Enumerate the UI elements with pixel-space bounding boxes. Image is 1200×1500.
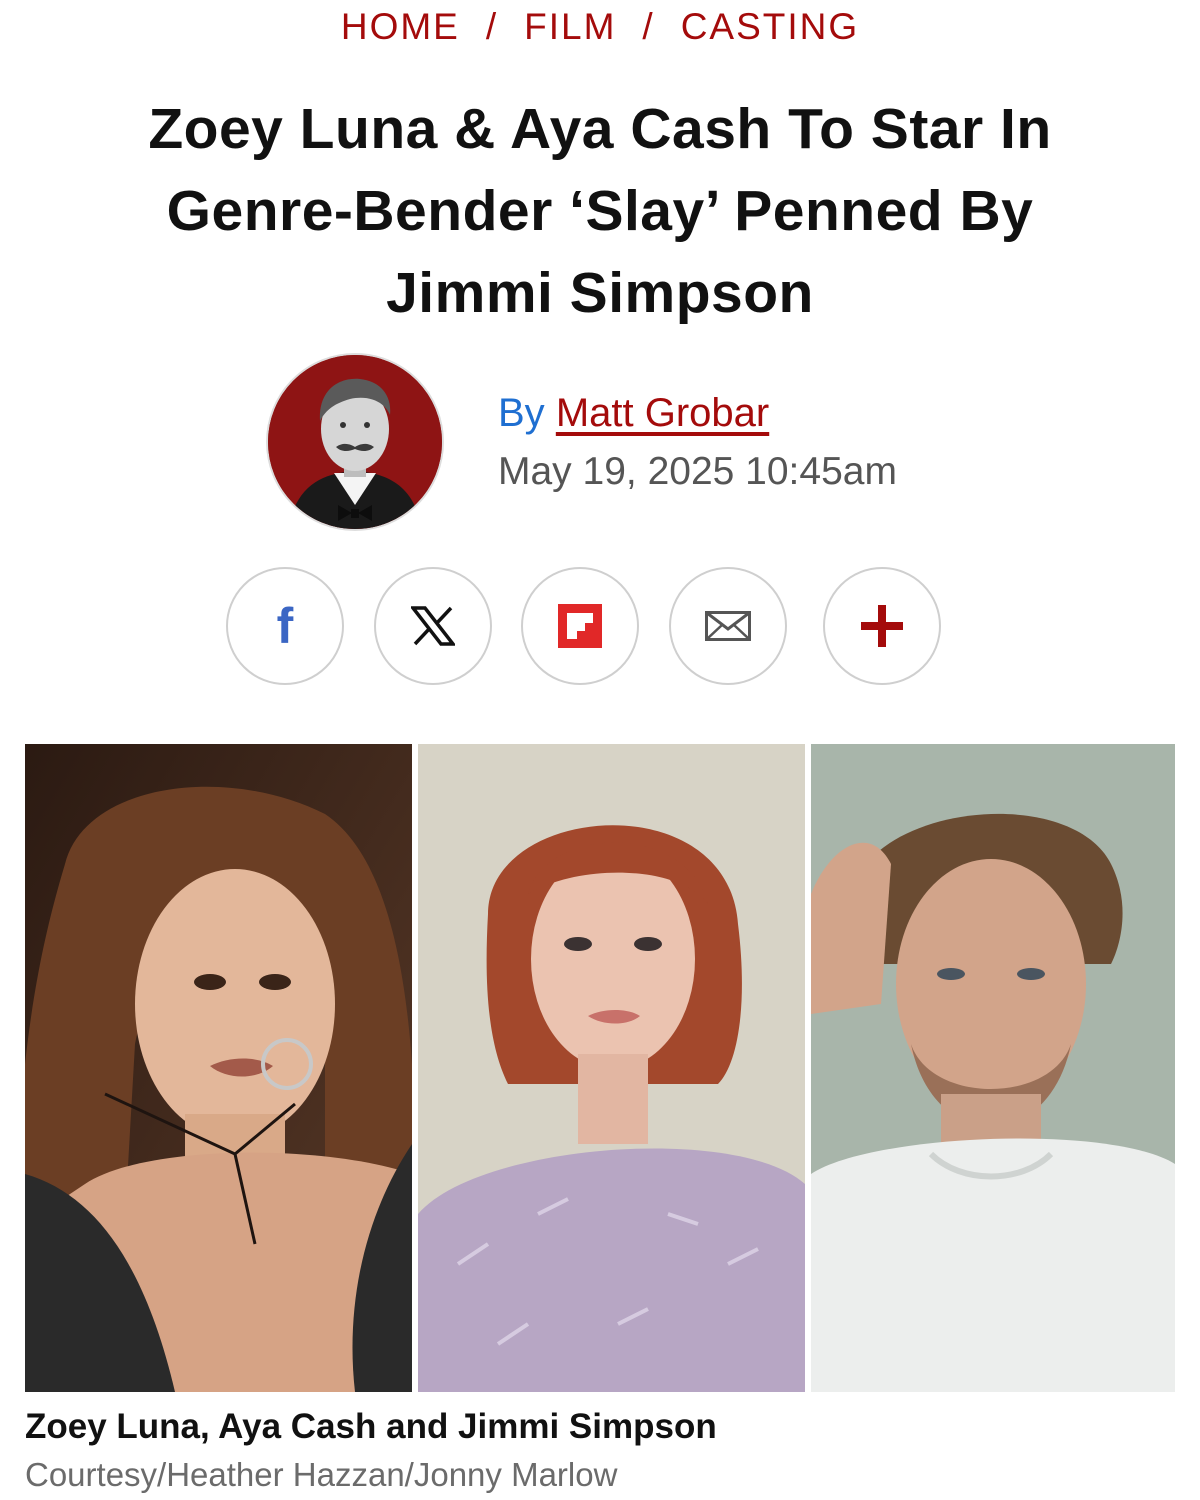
publish-timestamp: May 19, 2025 10:45am — [498, 450, 897, 493]
image-credit: Courtesy/Heather Hazzan/Jonny Marlow — [25, 1456, 618, 1493]
zoey-luna-photo — [25, 744, 412, 1392]
x-share-button[interactable] — [374, 567, 492, 685]
envelope-icon — [705, 611, 751, 641]
byline: By Matt Grobar — [498, 388, 769, 438]
aya-cash-photo — [418, 744, 805, 1392]
jimmi-simpson-photo — [811, 744, 1175, 1392]
plus-icon — [861, 605, 903, 647]
author-avatar-image — [268, 355, 442, 529]
headline-line: Genre-Bender ‘Slay’ Penned By — [166, 179, 1034, 243]
email-share-button[interactable] — [669, 567, 787, 685]
breadcrumb-separator: / — [642, 6, 655, 47]
article-hero-image — [25, 744, 1175, 1392]
flipboard-share-button[interactable] — [521, 567, 639, 685]
breadcrumb-separator: / — [485, 6, 499, 47]
headline-line: Jimmi Simpson — [386, 261, 814, 325]
author-link[interactable]: Matt Grobar — [556, 391, 769, 435]
breadcrumb-casting[interactable]: CASTING — [681, 6, 859, 47]
byline-prefix: By — [498, 391, 545, 435]
flipboard-icon — [558, 604, 602, 648]
breadcrumb-home[interactable]: HOME — [341, 6, 460, 47]
facebook-share-button[interactable]: f — [226, 567, 344, 685]
more-share-button[interactable] — [823, 567, 941, 685]
facebook-icon: f — [276, 598, 294, 654]
author-avatar[interactable] — [266, 353, 444, 531]
share-bar: f — [0, 567, 1200, 689]
breadcrumb: HOME / FILM / CASTING — [0, 6, 1200, 48]
article-headline: Zoey Luna & Aya Cash To Star In Genre-Be… — [80, 88, 1120, 334]
headline-line: Zoey Luna & Aya Cash To Star In — [148, 97, 1052, 161]
x-icon — [411, 606, 455, 646]
breadcrumb-film[interactable]: FILM — [524, 6, 616, 47]
image-caption: Zoey Luna, Aya Cash and Jimmi Simpson — [25, 1407, 717, 1446]
